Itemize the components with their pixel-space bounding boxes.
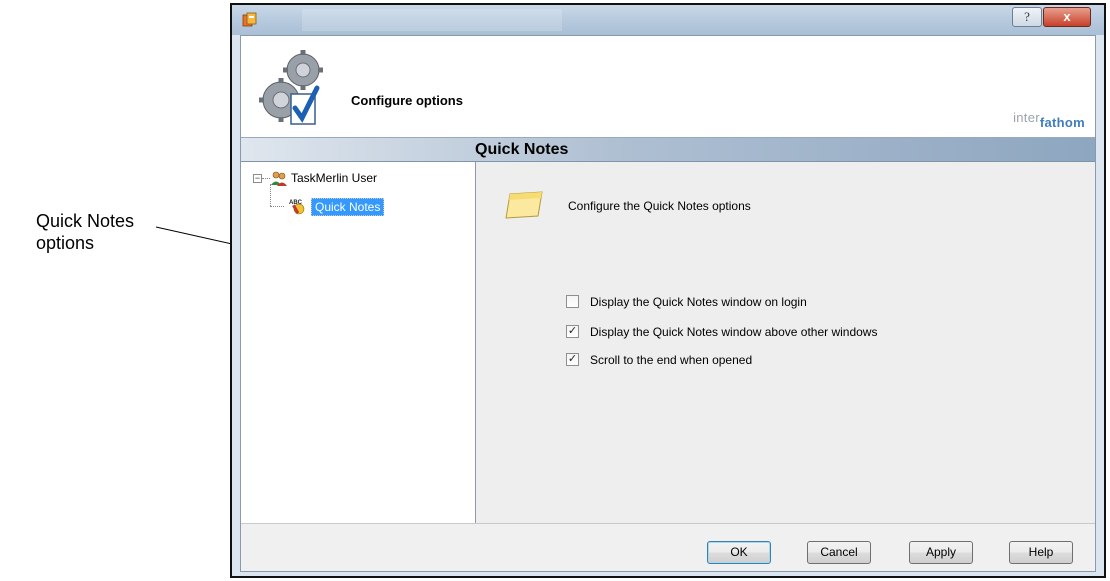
options-tree: − TaskMerlin User ABC Quick Notes	[241, 162, 476, 523]
panel-description: Configure the Quick Notes options	[568, 199, 751, 213]
dialog-header: Configure options interfathom	[241, 36, 1095, 137]
checkbox-display-above-others[interactable]: ✓	[566, 325, 579, 338]
callout-line-1: Quick Notes	[36, 211, 135, 231]
checkbox-scroll-to-end[interactable]: ✓	[566, 353, 579, 366]
brand-part-2: fathom	[1039, 115, 1085, 130]
checkbox-display-on-login[interactable]	[566, 295, 579, 308]
options-dialog: ? x Configure options interfathom Quick …	[230, 3, 1106, 578]
header-title: Configure options	[351, 93, 463, 108]
option-label: Display the Quick Notes window above oth…	[590, 325, 878, 339]
help-title-button[interactable]: ?	[1012, 7, 1042, 27]
tree-item-quick-notes[interactable]: Quick Notes	[311, 198, 385, 216]
sticky-note-icon	[505, 191, 543, 219]
brand-part-1: inter	[1013, 110, 1040, 125]
users-icon	[271, 171, 287, 186]
callout-line-2: options	[36, 233, 95, 253]
collapse-icon[interactable]: −	[253, 174, 262, 183]
apply-button[interactable]: Apply	[909, 541, 973, 564]
tree-item-taskmerlin-user[interactable]: TaskMerlin User	[291, 170, 377, 186]
options-panel: Configure the Quick Notes options Displa…	[476, 162, 1095, 523]
quick-notes-tree-icon: ABC	[289, 200, 305, 215]
cancel-button[interactable]: Cancel	[807, 541, 871, 564]
option-label: Display the Quick Notes window on login	[590, 295, 807, 309]
help-button[interactable]: Help	[1009, 541, 1073, 564]
gears-check-icon	[259, 50, 323, 125]
app-icon	[242, 12, 257, 27]
close-button[interactable]: x	[1043, 7, 1091, 27]
brand-logo: interfathom	[1013, 110, 1085, 130]
option-label: Scroll to the end when opened	[590, 353, 753, 367]
ok-button[interactable]: OK	[707, 541, 771, 564]
section-bar: Quick Notes	[241, 137, 1095, 162]
dialog-content: Configure options interfathom Quick Note…	[240, 35, 1096, 572]
section-title: Quick Notes	[475, 141, 569, 158]
callout-text: Quick Notes options	[36, 210, 134, 254]
title-bar[interactable]: ? x	[232, 5, 1104, 35]
button-bar: OK Cancel Apply Help	[241, 523, 1095, 571]
